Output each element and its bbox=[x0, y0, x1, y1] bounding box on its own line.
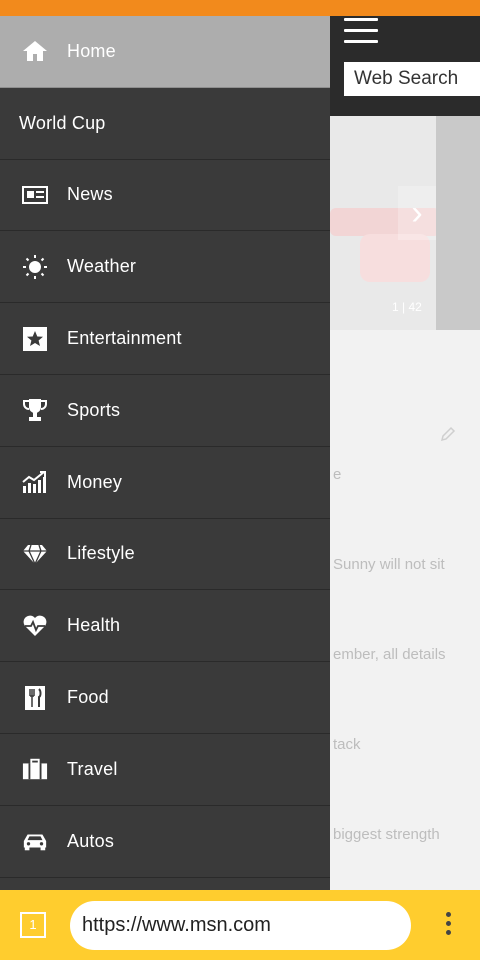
news-icon bbox=[22, 182, 48, 208]
nav-item-sports[interactable]: Sports bbox=[0, 375, 330, 447]
chevron-right-icon[interactable]: › bbox=[398, 186, 436, 240]
nav-item-home[interactable]: Home bbox=[0, 16, 330, 88]
nav-item-label: Lifestyle bbox=[67, 543, 135, 564]
story-headline[interactable]: e bbox=[333, 466, 341, 483]
sun-icon bbox=[22, 254, 48, 280]
nav-drawer: Home World Cup News Weather Entertainmen… bbox=[0, 16, 330, 890]
suitcase-icon bbox=[22, 756, 48, 782]
trophy-icon bbox=[22, 397, 48, 423]
nav-item-autos[interactable]: Autos bbox=[0, 806, 330, 878]
nav-item-label: Sports bbox=[67, 399, 121, 420]
nav-item-label: Health bbox=[67, 615, 121, 636]
more-options-icon[interactable] bbox=[438, 912, 458, 940]
nav-item-entertainment[interactable]: Entertainment bbox=[0, 303, 330, 375]
nav-item-label: Autos bbox=[67, 830, 115, 851]
story-headline[interactable]: Sunny will not sit bbox=[333, 556, 445, 573]
fork-knife-icon bbox=[22, 685, 48, 711]
nav-item-money[interactable]: Money bbox=[0, 447, 330, 519]
nav-item-world-cup[interactable]: World Cup bbox=[0, 88, 330, 160]
nav-item-health[interactable]: Health bbox=[0, 590, 330, 663]
carousel-counter: 1 | 42 bbox=[392, 300, 422, 314]
hamburger-menu-icon[interactable] bbox=[344, 18, 378, 44]
status-bar bbox=[0, 0, 480, 16]
tab-switcher-button[interactable]: 1 bbox=[20, 912, 46, 938]
nav-item-label: World Cup bbox=[19, 112, 106, 133]
nav-item-label: News bbox=[67, 184, 113, 205]
chart-icon bbox=[22, 469, 48, 495]
story-headline[interactable]: tack bbox=[333, 736, 361, 753]
web-search-input[interactable]: Web Search bbox=[344, 62, 480, 96]
nav-item-label: Money bbox=[67, 471, 123, 492]
car-icon bbox=[22, 828, 48, 854]
nav-item-label: Home bbox=[67, 40, 116, 61]
nav-item-food[interactable]: Food bbox=[0, 662, 330, 734]
nav-item-news[interactable]: News bbox=[0, 160, 330, 232]
nav-item-lifestyle[interactable]: Lifestyle bbox=[0, 519, 330, 591]
heart-pulse-icon bbox=[22, 613, 48, 639]
nav-item-weather[interactable]: Weather bbox=[0, 231, 330, 304]
home-icon bbox=[22, 38, 48, 64]
hero-carousel[interactable]: › 1 | 42 bbox=[330, 116, 480, 330]
address-bar[interactable]: https://www.msn.com bbox=[70, 901, 411, 950]
nav-item-label: Weather bbox=[67, 256, 137, 277]
nav-item-label: Entertainment bbox=[67, 328, 182, 349]
story-headline[interactable]: ember, all details bbox=[333, 646, 446, 663]
nav-item-label: Food bbox=[67, 687, 109, 708]
edit-icon[interactable] bbox=[440, 426, 456, 442]
nav-item-label: Travel bbox=[67, 758, 118, 779]
story-headline[interactable]: biggest strength bbox=[333, 826, 440, 843]
nav-item-travel[interactable]: Travel bbox=[0, 734, 330, 806]
diamond-icon bbox=[22, 541, 48, 567]
star-icon bbox=[22, 326, 48, 352]
